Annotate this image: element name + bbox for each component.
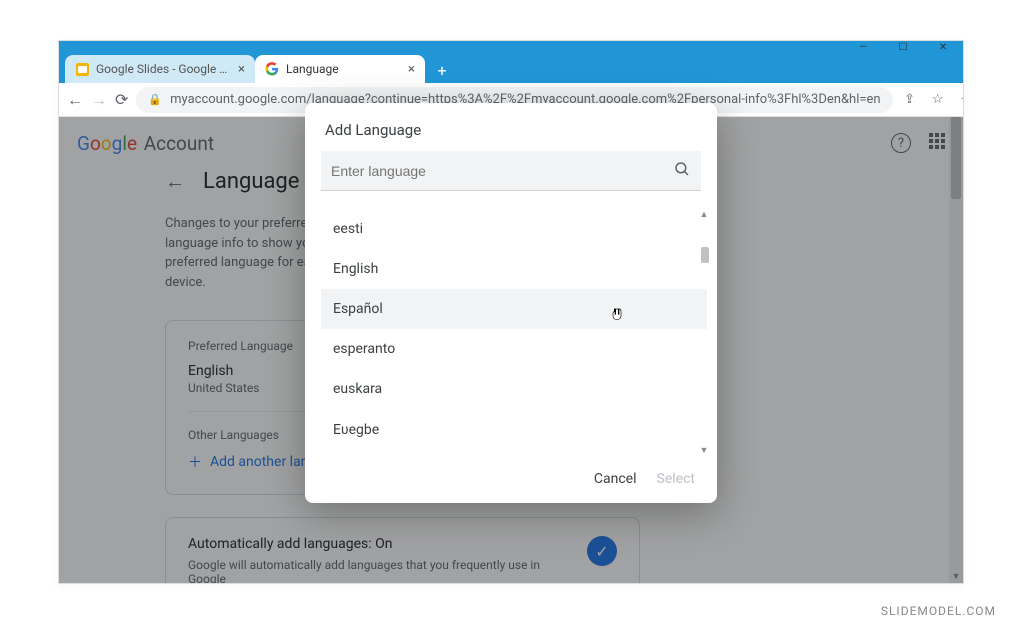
language-list: eestiEnglishEspañolesperantoeuskaraEʋegb… — [321, 209, 707, 455]
language-option[interactable]: eesti — [321, 209, 707, 249]
tab-close-icon[interactable]: × — [408, 62, 415, 77]
star-icon[interactable]: ☆ — [929, 92, 947, 107]
minimize-button[interactable]: — — [843, 41, 883, 53]
dialog-actions: Cancel Select — [305, 461, 717, 489]
tab-google-slides[interactable]: Google Slides - Google Slides × — [65, 55, 255, 83]
search-icon[interactable] — [673, 160, 691, 182]
language-option[interactable]: Eʋegbe — [321, 409, 707, 450]
language-option[interactable]: esperanto — [321, 329, 707, 369]
list-scrollbar-thumb[interactable] — [701, 247, 709, 263]
browser-window: — ☐ ✕ Google Slides - Google Slides × La… — [58, 40, 964, 584]
list-scrollbar[interactable]: ▲ ▼ — [699, 209, 709, 455]
window-controls: — ☐ ✕ — [843, 41, 963, 53]
close-window-button[interactable]: ✕ — [923, 41, 963, 53]
list-scroll-up-icon[interactable]: ▲ — [699, 209, 709, 219]
watermark: SLIDEMODEL.COM — [881, 604, 996, 618]
language-option[interactable]: English — [321, 249, 707, 289]
language-search-input[interactable] — [331, 163, 673, 179]
back-button[interactable]: ← — [67, 89, 83, 111]
language-search-row — [321, 151, 701, 191]
language-option[interactable]: euskara — [321, 369, 707, 409]
google-favicon-icon — [265, 62, 279, 76]
language-option[interactable]: Español — [321, 289, 707, 329]
maximize-button[interactable]: ☐ — [883, 41, 923, 53]
dialog-title: Add Language — [305, 103, 717, 151]
toolbar-right: ⇪ ☆ ✦ ▭ ⋮ — [901, 92, 964, 107]
new-tab-button[interactable]: + — [429, 57, 455, 83]
lock-icon: 🔒 — [148, 93, 162, 106]
tab-close-icon[interactable]: × — [238, 62, 245, 77]
tab-title: Language — [286, 62, 401, 76]
forward-button[interactable]: → — [91, 89, 107, 111]
cancel-button[interactable]: Cancel — [594, 471, 637, 487]
select-button: Select — [657, 471, 695, 487]
tab-strip: Google Slides - Google Slides × Language… — [59, 53, 963, 83]
extensions-icon[interactable]: ✦ — [957, 92, 964, 107]
reload-button[interactable]: ⟳ — [115, 89, 128, 111]
window-titlebar: — ☐ ✕ — [59, 41, 963, 53]
tab-language[interactable]: Language × — [255, 55, 425, 83]
add-language-dialog: Add Language eestiEnglishEspañolesperant… — [305, 103, 717, 503]
slides-favicon-icon — [75, 62, 89, 76]
list-scroll-down-icon[interactable]: ▼ — [699, 445, 709, 455]
tab-title: Google Slides - Google Slides — [96, 62, 231, 76]
share-icon[interactable]: ⇪ — [901, 92, 919, 107]
